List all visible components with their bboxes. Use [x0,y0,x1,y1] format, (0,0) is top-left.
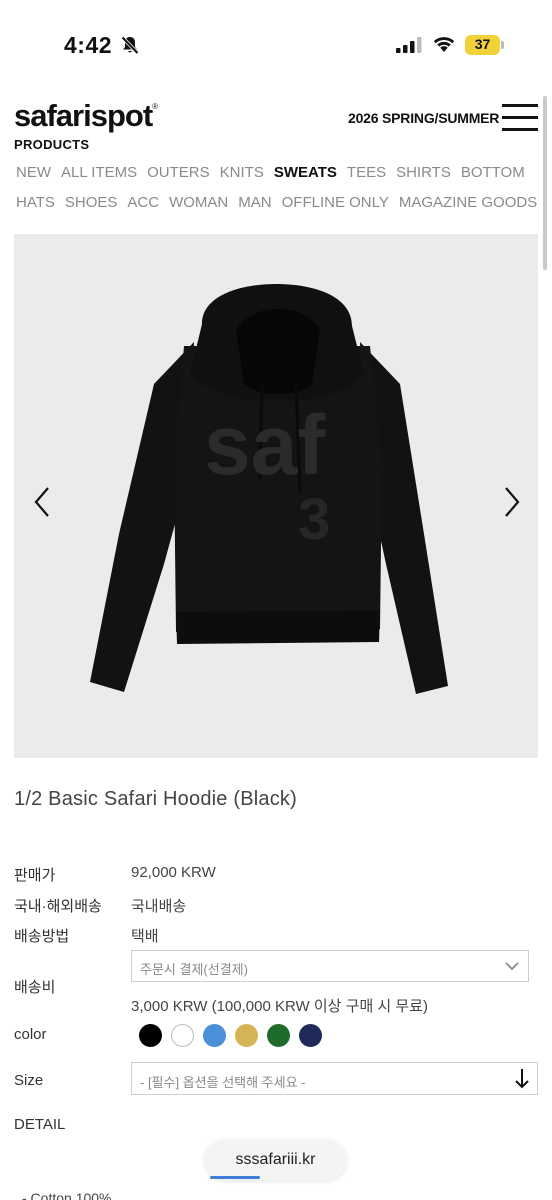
shipping-method-label: 배송방법 [14,928,70,945]
hoodie-product-image: saf 3 [90,284,448,694]
shipping-fee-select[interactable]: 주문시 결제(선결제) [131,950,529,982]
category-nav-row-1: NEW ALL ITEMS OUTERS KNITS SWEATS TEES SHIRTS B… [16,164,536,181]
shipping-scope-label: 국내·해외배송 [14,898,102,915]
nav-item-shoes[interactable]: SHOES [65,194,118,211]
color-swatch[interactable] [299,1024,322,1047]
nav-item-man[interactable]: MAN [238,194,271,211]
chevron-right-icon[interactable] [498,482,528,522]
nav-item-magazine-goods[interactable]: MAGAZINE GOODS [399,194,537,211]
product-title: 1/2 Basic Safari Hoodie (Black) [14,788,297,810]
nav-item-acc[interactable]: ACC [127,194,159,211]
battery-percent: 37 [474,36,491,52]
nav-item-shirts[interactable]: SHIRTS [396,164,451,181]
size-label: Size [14,1072,44,1089]
shipping-fee-select-value: 주문시 결제(선결제) [140,962,248,977]
nav-item-outers[interactable]: OUTERS [147,164,210,181]
color-label: color [14,1026,47,1043]
arrow-down-icon [515,1069,529,1089]
nav-item-tees[interactable]: TEES [347,164,386,181]
detail-label: DETAIL [14,1116,66,1133]
season-link[interactable]: 2026 SPRING/SUMMER [348,110,499,126]
color-swatch[interactable] [139,1024,162,1047]
shipping-fee-label: 배송비 [14,979,56,996]
nav-item-woman[interactable]: WOMAN [169,194,228,211]
status-bar: 4:42 37 [0,0,552,90]
address-underline [210,1176,260,1179]
size-select-placeholder: - [필수] 옵션을 선택해 주세요 - [140,1075,306,1090]
nav-item-all-items[interactable]: ALL ITEMS [61,164,137,181]
brand-subtitle: PRODUCTS [14,137,90,152]
chevron-down-icon [505,962,519,971]
size-select[interactable]: - [필수] 옵션을 선택해 주세요 - [131,1062,538,1095]
registered-mark: ® [152,102,158,111]
product-image-gallery[interactable]: saf 3 [14,234,538,758]
signal-icon [396,37,422,53]
price-label: 판매가 [14,867,56,884]
svg-text:saf: saf [204,398,326,492]
nav-item-hats[interactable]: HATS [16,194,55,211]
brand-logo[interactable]: safarispot® [14,98,158,134]
status-time: 4:42 [64,32,113,58]
nav-item-sweats[interactable]: SWEATS [274,164,337,181]
battery-icon: 37 [465,35,505,55]
shipping-fee-note: 3,000 KRW (100,000 KRW 이상 구매 시 무료) [131,998,428,1015]
page-scrollbar[interactable] [543,96,547,270]
nav-item-knits[interactable]: KNITS [220,164,264,181]
browser-address-pill[interactable]: sssafariii.kr [205,1140,346,1180]
nav-item-bottom[interactable]: BOTTOM [461,164,525,181]
brand-logo-text: safarispot [14,98,153,133]
color-swatch[interactable] [171,1024,194,1047]
color-swatch[interactable] [203,1024,226,1047]
category-nav-row-2: HATS SHOES ACC WOMAN MAN OFFLINE ONLY MAGAZINE… [16,194,537,211]
nav-item-offline-only[interactable]: OFFLINE ONLY [282,194,389,211]
shipping-method-value: 택배 [131,928,159,945]
color-swatch[interactable] [235,1024,258,1047]
price-value: 92,000 KRW [131,864,216,881]
bell-slash-icon [121,36,139,55]
color-swatch[interactable] [267,1024,290,1047]
detail-material-text: - Cotton 100% [22,1190,112,1200]
hamburger-menu-icon[interactable] [502,104,538,132]
color-swatches [139,1024,322,1047]
wifi-icon [433,37,455,52]
svg-text:3: 3 [298,487,330,552]
chevron-left-icon[interactable] [26,482,56,522]
shipping-scope-value: 국내배송 [131,898,187,915]
nav-item-new[interactable]: NEW [16,164,51,181]
